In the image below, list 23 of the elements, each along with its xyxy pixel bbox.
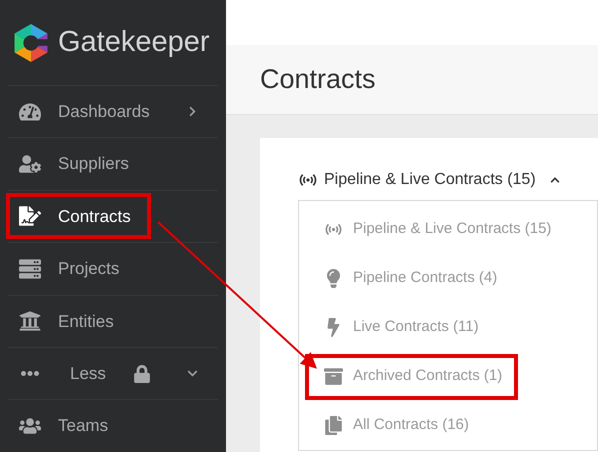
- sidebar-item[interactable]: Teams: [6, 403, 128, 450]
- sidebar-item[interactable]: Entities: [6, 298, 134, 344]
- document-icon: [19, 205, 41, 228]
- archive-icon: [324, 367, 342, 386]
- chevron-down-icon: [187, 368, 198, 380]
- sidebar-item[interactable]: Projects: [6, 246, 140, 292]
- chevron-right-icon: [187, 106, 198, 118]
- user-gear-icon: [19, 153, 41, 176]
- gauge-icon: [19, 100, 41, 123]
- dots-icon: [21, 371, 39, 376]
- documents-icon: [324, 416, 342, 435]
- drawers-icon: [19, 258, 41, 280]
- chevron-up-icon: [550, 175, 560, 185]
- sidebar-item[interactable]: Suppliers: [6, 141, 149, 188]
- filter-dropdown[interactable]: Pipeline & Live Contracts (15): [298, 168, 560, 192]
- brand-name: Gatekeeper: [58, 24, 210, 60]
- sidebar-item[interactable]: Dashboards: [6, 88, 170, 135]
- page-title: Contracts: [260, 63, 376, 96]
- lock-icon: [133, 364, 151, 383]
- sidebar-item[interactable]: Contracts: [6, 193, 151, 240]
- bank-icon: [19, 310, 41, 332]
- logo-icon: [12, 22, 50, 62]
- sidebar-item[interactable]: Less: [6, 350, 126, 397]
